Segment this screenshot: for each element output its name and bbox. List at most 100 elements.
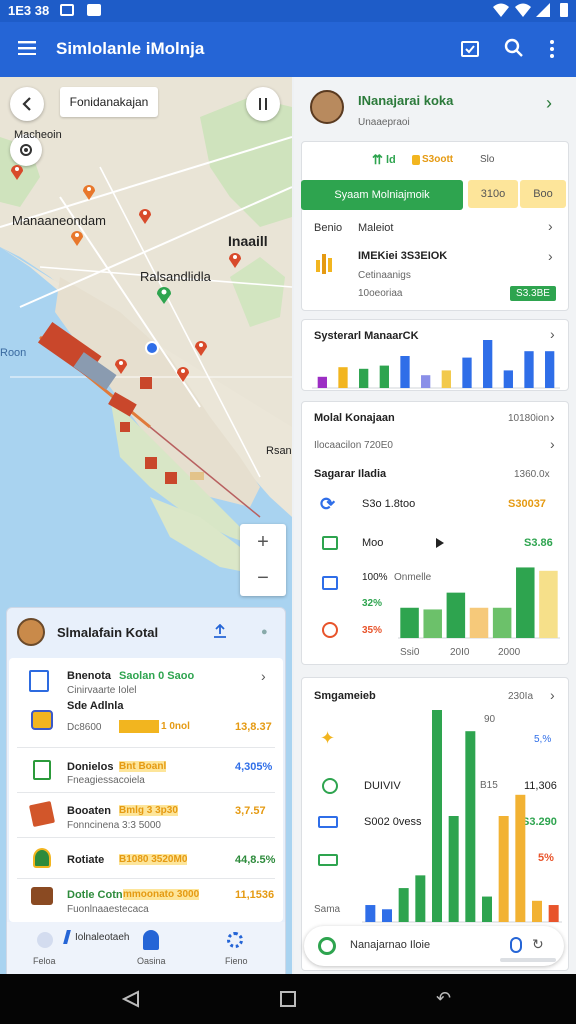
chart-bar[interactable] xyxy=(548,905,559,922)
detail-row-label: S3o 1.8too xyxy=(362,498,416,510)
detail-row-label: 32% xyxy=(362,598,383,609)
chart-bar[interactable] xyxy=(421,375,431,388)
map-pin-icon[interactable] xyxy=(70,229,84,247)
chart-bar[interactable] xyxy=(482,896,492,922)
signal-icon xyxy=(514,2,532,18)
chart-bar[interactable] xyxy=(498,816,509,922)
detail-row-value: S30037 xyxy=(508,498,546,510)
chart-bar[interactable] xyxy=(524,351,534,388)
map-search-bar[interactable]: Nanajarnao Iloie ↻ xyxy=(304,926,564,966)
tab-feloa[interactable]: Feloa xyxy=(27,930,77,970)
map-pin-icon[interactable] xyxy=(194,339,208,357)
zoom-in-button[interactable]: + xyxy=(240,524,286,560)
chart-bar[interactable] xyxy=(338,367,348,388)
chart-bar[interactable] xyxy=(400,356,410,388)
clipboard-icon xyxy=(29,670,49,692)
list-item-title: Sde Adlnla xyxy=(67,700,124,712)
settings-icon[interactable]: ● xyxy=(261,626,268,638)
grid-icon xyxy=(322,576,338,590)
chart-bar[interactable] xyxy=(400,607,419,638)
chart-bar[interactable] xyxy=(492,607,512,638)
chart-bar[interactable] xyxy=(446,592,466,638)
list-item[interactable]: Donielos Bnt Boanl Fneagiessacoiela 4,30… xyxy=(9,748,283,792)
chart-bar[interactable] xyxy=(415,875,426,922)
profile-header[interactable]: INanajarai koka Unaaepraoi › xyxy=(302,85,568,141)
menu-icon[interactable] xyxy=(18,41,36,55)
chart-bar[interactable] xyxy=(539,570,558,638)
list-item-title: Rotiate xyxy=(67,854,105,866)
chevron-left-icon xyxy=(22,97,32,111)
list-item-sub: Cinirvaarte Iolel xyxy=(67,685,137,696)
detail-row-value: S3.86 xyxy=(524,537,553,549)
chart-bar[interactable] xyxy=(317,376,327,388)
map-pin-icon[interactable] xyxy=(138,207,152,225)
chart-bar[interactable] xyxy=(359,368,369,388)
chart-bar[interactable] xyxy=(462,357,472,388)
status-time: 1E3 38 xyxy=(8,3,50,18)
map-search-chip[interactable]: Fonidanakajan xyxy=(60,87,158,117)
item-sub: 10oeoriaa xyxy=(358,288,403,299)
map-pin-icon[interactable] xyxy=(10,163,24,181)
list-item[interactable]: Dotle Cotn mmoonato 3000 Fuonlnaaestecac… xyxy=(9,879,283,922)
search-icon[interactable] xyxy=(504,38,524,58)
chart-bar[interactable] xyxy=(469,607,489,638)
sheet-header: Slmalafain Kotal ● xyxy=(7,608,285,658)
chart-bar[interactable] xyxy=(483,340,493,388)
filter-chip[interactable]: 310o xyxy=(468,180,518,208)
avatar[interactable] xyxy=(17,618,45,646)
system-nav-bar: ↶ xyxy=(0,974,576,1024)
chart-bar[interactable] xyxy=(503,370,513,388)
list-item-accent: mmoonato 3000 xyxy=(123,889,200,900)
zoom-out-button[interactable]: − xyxy=(240,560,286,596)
chart-bar[interactable] xyxy=(432,710,442,922)
gallery-notification-icon xyxy=(87,4,101,16)
primary-action-button[interactable]: Syaam Molniajmoik xyxy=(301,180,463,210)
more-options-icon[interactable] xyxy=(549,40,555,58)
map-pin-icon[interactable] xyxy=(114,357,128,375)
directions-icon[interactable]: ↻ xyxy=(532,936,544,953)
list-item[interactable]: Rotiate B1080 3520M0 44,8.5% xyxy=(9,838,283,878)
map-view-icon[interactable] xyxy=(460,39,480,59)
chart-bar[interactable] xyxy=(423,609,442,638)
chart-bar[interactable] xyxy=(365,905,376,922)
chart-bar[interactable] xyxy=(545,351,555,388)
sync-icon: ⟳ xyxy=(320,494,336,514)
chart-bar[interactable] xyxy=(382,909,392,922)
chart-1 xyxy=(312,340,560,389)
filter-chip-label: Boo xyxy=(533,188,553,200)
layers-button[interactable] xyxy=(246,87,280,121)
home-nav-icon[interactable] xyxy=(280,991,296,1007)
tab-fieno[interactable]: Fieno xyxy=(211,930,261,970)
map-pin-icon[interactable] xyxy=(176,365,190,383)
chart-bar[interactable] xyxy=(398,888,409,922)
chart-bar[interactable] xyxy=(379,365,389,388)
list-item[interactable]: Bnenota Saolan 0 Saoo Cinirvaarte Iolel … xyxy=(9,658,283,744)
detail-label: Ilocaacilon 720E0 xyxy=(314,440,393,451)
back-button[interactable] xyxy=(10,87,44,121)
list-item[interactable]: Booaten Bmlg 3 3p30 Fonncinena 3:3 5000 … xyxy=(9,793,283,837)
chart-bar[interactable] xyxy=(532,900,542,922)
voice-icon[interactable] xyxy=(510,937,522,953)
filter-chip-label: 310o xyxy=(480,188,506,200)
chart-bar[interactable] xyxy=(516,567,535,638)
list-item-sub: Fneagiessacoiela xyxy=(67,775,145,786)
chevron-right-icon: › xyxy=(261,668,266,684)
calendar-icon xyxy=(322,536,338,550)
map-pin-icon[interactable] xyxy=(82,183,96,201)
map-pin-icon[interactable] xyxy=(228,251,242,269)
avatar[interactable] xyxy=(310,90,344,124)
tab-oasina[interactable]: Oasina xyxy=(127,930,177,970)
chart-bar[interactable] xyxy=(448,816,459,922)
share-icon[interactable] xyxy=(213,624,227,638)
chart-bar[interactable] xyxy=(515,794,526,922)
map-pin-icon[interactable] xyxy=(156,285,172,305)
recent-nav-icon[interactable]: ↶ xyxy=(436,988,451,1009)
tab-label: Feloa xyxy=(33,956,56,966)
x-tick-label: Ssi0 xyxy=(400,647,420,658)
metric-3: Slo xyxy=(480,154,495,165)
chart-bar[interactable] xyxy=(441,370,451,388)
back-nav-icon[interactable] xyxy=(122,990,140,1008)
chevron-right-icon: › xyxy=(550,687,555,703)
filter-chip[interactable]: Boo xyxy=(520,180,566,208)
chart-bar[interactable] xyxy=(465,731,476,922)
